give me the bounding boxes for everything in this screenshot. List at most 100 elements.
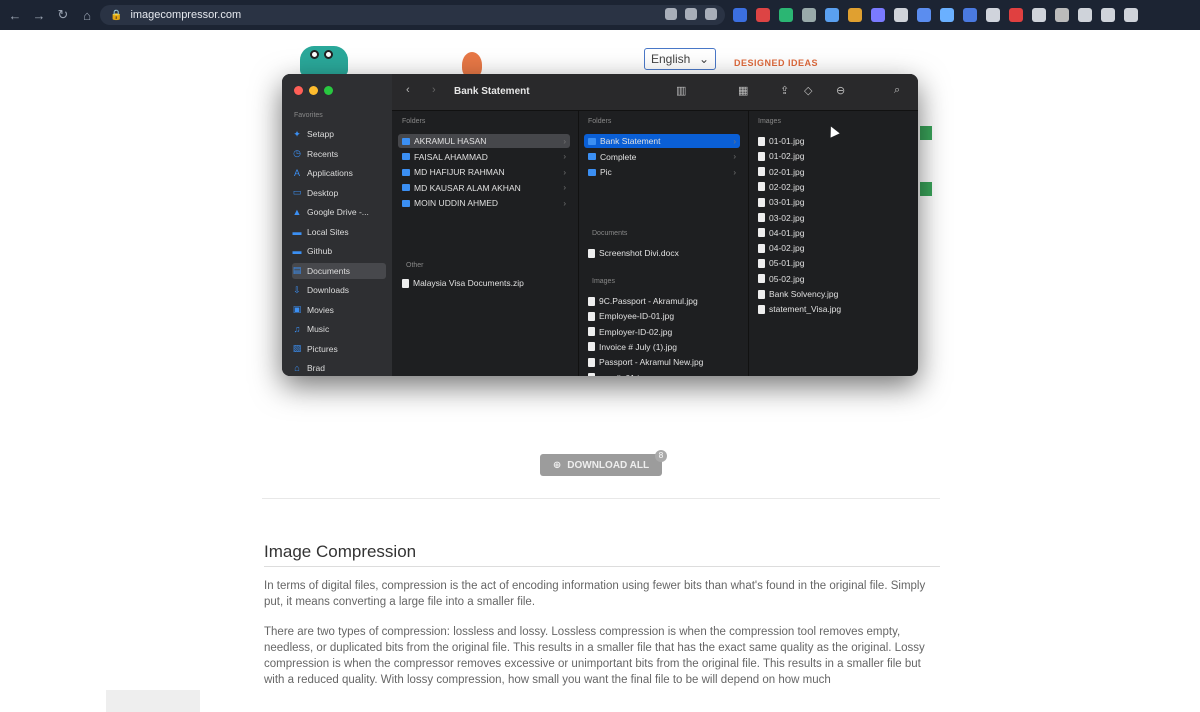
extension-icon[interactable] [1078, 8, 1092, 22]
file-row[interactable]: statement_Visa.jpg [754, 302, 910, 316]
sidebar-item[interactable]: ▬ Local Sites [292, 224, 386, 240]
file-row[interactable]: 04-02.jpg [754, 241, 910, 255]
document-icon: ▤ [292, 265, 302, 275]
folder-row[interactable]: AKRAMUL HASAN › [398, 134, 570, 148]
music-icon: ♫ [293, 324, 301, 334]
extension-icon[interactable] [871, 8, 885, 22]
file-row[interactable]: 01-02.jpg [754, 149, 910, 163]
folder-row[interactable]: MOIN UDDIN AHMED › [398, 196, 570, 210]
minimize-window-button[interactable] [309, 86, 318, 95]
item-label: Invoice # July (1).jpg [599, 341, 677, 352]
finder-sidebar: Favorites ✦ Setapp ◷ Recents A Applications ▭ D… [282, 74, 392, 376]
file-row[interactable]: 03-02.jpg [754, 211, 910, 225]
brand-logo: DESIGNED IDEAS [734, 58, 819, 68]
file-row[interactable]: Invoice # July (1).jpg [584, 340, 740, 354]
item-label: 01-01.jpg [769, 136, 805, 146]
folder-icon [402, 137, 410, 145]
share-icon[interactable]: ⇪ [780, 84, 789, 97]
extension-icon[interactable] [1032, 8, 1046, 22]
extension-icon[interactable] [756, 8, 770, 22]
more-icon[interactable]: ⊖ [836, 84, 845, 97]
extension-icon[interactable] [848, 8, 862, 22]
zoom-window-button[interactable] [324, 86, 333, 95]
extension-icon[interactable] [986, 8, 1000, 22]
folder-icon [588, 137, 596, 145]
finder-toolbar: ‹ › Bank Statement ▥ ▦ ⇪ ◇ ⊖ ⌕ [392, 74, 918, 111]
forward-icon[interactable]: → [30, 8, 48, 23]
extension-icon[interactable] [917, 8, 931, 22]
sidebar-item[interactable]: ▭ Desktop [292, 185, 386, 201]
file-row[interactable]: Malaysia Visa Documents.zip [398, 276, 570, 290]
pictures-icon: ▧ [292, 343, 302, 353]
file-row[interactable]: 03-01.jpg [754, 195, 910, 209]
sidebar-item[interactable]: ◷ Recents [292, 146, 386, 162]
folder-row[interactable]: Complete › [584, 150, 740, 164]
download-all-button[interactable]: ⊕ DOWNLOAD ALL [540, 454, 662, 476]
extension-icon[interactable] [963, 8, 977, 22]
extension-icon[interactable] [1055, 8, 1069, 22]
translate-icon[interactable] [665, 8, 677, 20]
sidebar-item[interactable]: ▣ Movies [292, 302, 386, 318]
folder-row[interactable]: MD KAUSAR ALAM AKHAN › [398, 181, 570, 195]
sidebar-item[interactable]: ⌂ Brad [292, 360, 386, 376]
download-icon: ⊕ [552, 459, 562, 471]
search-icon[interactable]: ⌕ [894, 84, 900, 97]
home-icon[interactable]: ⌂ [78, 8, 96, 23]
back-icon[interactable]: ‹ [406, 84, 410, 96]
file-row[interactable]: Bank Solvency.jpg [754, 287, 910, 301]
folder-row[interactable]: FAISAL AHAMMAD › [398, 150, 570, 164]
back-icon[interactable]: ← [6, 8, 24, 23]
file-row[interactable]: 05-02.jpg [754, 272, 910, 286]
home-icon: ⌂ [294, 363, 300, 373]
file-row[interactable]: 02-02.jpg [754, 180, 910, 194]
close-window-button[interactable] [294, 86, 303, 95]
sidebar-item[interactable]: ⇩ Downloads [292, 282, 386, 298]
sidebar-item[interactable]: ♫ Music [292, 321, 386, 337]
extension-icon[interactable] [940, 8, 954, 22]
column-view-icon[interactable]: ▥ [676, 84, 686, 97]
sidebar-item[interactable]: ▤ Documents [292, 262, 386, 279]
file-row[interactable]: 04-01.jpg [754, 226, 910, 240]
column-heading: Folders [588, 118, 612, 125]
file-row[interactable]: Screenshot Divi.docx [584, 246, 740, 260]
file-row[interactable]: 05-01.jpg [754, 256, 910, 270]
extension-icon[interactable] [802, 8, 816, 22]
share-icon[interactable] [685, 8, 697, 20]
sidebar-item[interactable]: A Applications [292, 165, 386, 181]
extension-icon[interactable] [1124, 8, 1138, 22]
file-row[interactable]: Passport - Akramul New.jpg [584, 355, 740, 369]
folder-row[interactable]: MD HAFIJUR RAHMAN › [398, 165, 570, 179]
sidebar-item[interactable]: ▧ Pictures [292, 341, 386, 357]
tag-icon[interactable]: ◇ [804, 84, 812, 97]
extension-icon[interactable] [894, 8, 908, 22]
file-icon [758, 136, 765, 146]
sidebar-item[interactable]: ▬ Github [292, 243, 386, 259]
address-bar[interactable]: 🔒 imagecompressor.com [100, 5, 725, 25]
extension-icon[interactable] [1101, 8, 1115, 22]
bookmark-star-icon[interactable] [705, 8, 717, 20]
language-select[interactable]: English ⌄ [644, 48, 716, 70]
url-text[interactable]: imagecompressor.com [130, 9, 241, 21]
folder-row[interactable]: Bank Statement › [584, 134, 740, 148]
extension-icon[interactable] [825, 8, 839, 22]
file-row[interactable]: 9C.Passport - Akramul.jpg [584, 294, 740, 308]
file-row[interactable]: payslip01.jpg [584, 371, 740, 376]
extension-icon[interactable] [733, 8, 747, 22]
setapp-icon: ✦ [293, 128, 301, 139]
sidebar-item[interactable]: ▲ Google Drive -... [292, 204, 386, 220]
file-icon [758, 197, 765, 207]
file-row[interactable]: 02-01.jpg [754, 165, 910, 179]
file-row[interactable]: Employer-ID-02.jpg [584, 325, 740, 339]
group-icon[interactable]: ▦ [738, 84, 748, 97]
extension-icon[interactable] [779, 8, 793, 22]
item-label: FAISAL AHAMMAD [414, 151, 488, 162]
desktop-icon: ▭ [292, 187, 302, 197]
forward-icon[interactable]: › [432, 84, 436, 96]
column-2: Folders Bank Statement › Complete › Pic › Doc… [578, 110, 749, 376]
reload-icon[interactable]: ↻ [54, 7, 72, 23]
page: English ⌄ DESIGNED IDEAS Favorites ✦ Seta… [0, 30, 1200, 712]
sidebar-item[interactable]: ✦ Setapp [292, 126, 386, 142]
extension-icon[interactable] [1009, 8, 1023, 22]
folder-row[interactable]: Pic › [584, 165, 740, 179]
file-row[interactable]: Employee-ID-01.jpg [584, 309, 740, 323]
